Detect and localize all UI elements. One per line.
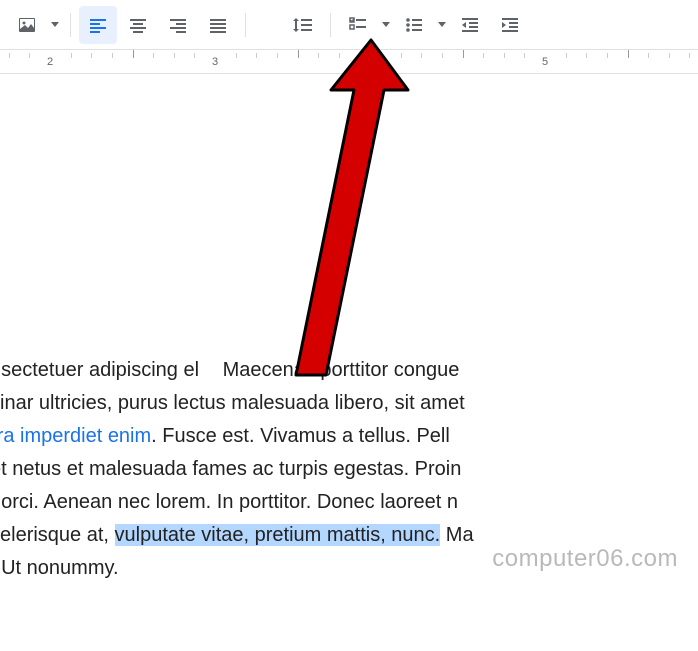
ruler-tick [91, 53, 92, 58]
align-right-button[interactable] [159, 6, 197, 44]
text-selection[interactable]: vulputate vitae, pretium mattis, nunc. [115, 524, 441, 546]
checklist-dropdown-arrow[interactable] [379, 22, 393, 28]
ruler-tick [628, 50, 629, 58]
ruler-tick [586, 53, 587, 58]
text-line[interactable]: vinar ultricies, purus lectus malesuada … [0, 387, 698, 420]
align-justify-icon [208, 15, 228, 35]
toolbar [0, 0, 698, 50]
image-dropdown-arrow[interactable] [48, 22, 62, 28]
ruler-number: 2 [47, 56, 53, 68]
ruler-tick [504, 53, 505, 58]
text-line[interactable]: t orci. Aenean nec lorem. In porttitor. … [0, 486, 698, 519]
ruler-tick [9, 53, 10, 58]
checklist-button[interactable] [339, 6, 377, 44]
document-area[interactable]: nsectetuer adipiscing el Maecenas portti… [0, 74, 698, 585]
ruler-tick [174, 53, 175, 58]
ruler-tick [153, 53, 154, 58]
ruler-tick [463, 50, 464, 58]
ruler-tick [483, 53, 484, 58]
align-center-button[interactable] [119, 6, 157, 44]
align-center-icon [128, 15, 148, 35]
document-text[interactable]: nsectetuer adipiscing el Maecenas portti… [0, 354, 698, 585]
image-icon [17, 15, 37, 35]
ruler-tick [442, 53, 443, 58]
ruler-tick [71, 53, 72, 58]
ruler-tick [421, 53, 422, 58]
line-spacing-button[interactable] [284, 6, 322, 44]
ruler-tick [236, 53, 237, 58]
text-line[interactable]: et netus et malesuada fames ac turpis eg… [0, 453, 698, 486]
text-line[interactable]: . Ut nonummy. [0, 552, 698, 585]
align-justify-button[interactable] [199, 6, 237, 44]
ruler-number: 5 [542, 56, 548, 68]
align-right-icon [168, 15, 188, 35]
line-spacing-icon [292, 15, 314, 35]
chevron-down-icon [51, 22, 59, 28]
ruler-tick [607, 53, 608, 58]
decrease-indent-button[interactable] [451, 6, 489, 44]
chevron-down-icon [438, 22, 446, 28]
ruler-tick [669, 53, 670, 58]
increase-indent-button[interactable] [491, 6, 529, 44]
ruler-tick [359, 53, 360, 58]
ruler-tick [298, 50, 299, 58]
separator [330, 13, 331, 37]
ruler[interactable]: 2 3 4 5 [0, 50, 698, 74]
ruler-tick [339, 53, 340, 58]
increase-indent-icon [500, 15, 520, 35]
ruler-tick [566, 53, 567, 58]
bulleted-dropdown-arrow[interactable] [435, 22, 449, 28]
ruler-tick [524, 53, 525, 58]
ruler-tick [112, 53, 113, 58]
text-line[interactable]: celerisque at, vulputate vitae, pretium … [0, 519, 698, 552]
checklist-icon [348, 15, 368, 35]
decrease-indent-icon [460, 15, 480, 35]
text-line[interactable]: nsectetuer adipiscing el Maecenas portti… [0, 354, 698, 387]
ruler-tick [318, 53, 319, 58]
ruler-tick [29, 53, 30, 58]
bulleted-list-button[interactable] [395, 6, 433, 44]
ruler-scale: 2 3 4 5 [0, 50, 698, 73]
ruler-tick [194, 53, 195, 58]
ruler-number: 3 [212, 56, 218, 68]
text-line[interactable]: rra imperdiet enim. Fusce est. Vivamus a… [0, 420, 698, 453]
bulleted-list-icon [404, 15, 424, 35]
ruler-tick [277, 53, 278, 58]
ruler-tick [648, 53, 649, 58]
chevron-down-icon [382, 22, 390, 28]
insert-image-button[interactable] [8, 6, 46, 44]
align-left-button[interactable] [79, 6, 117, 44]
separator [245, 13, 246, 37]
ruler-tick [133, 50, 134, 58]
ruler-number: 4 [377, 56, 383, 68]
ruler-tick [401, 53, 402, 58]
separator [70, 13, 71, 37]
ruler-tick [256, 53, 257, 58]
hyperlink[interactable]: rra imperdiet enim [0, 425, 151, 447]
ruler-tick [689, 53, 690, 58]
align-left-icon [88, 15, 108, 35]
